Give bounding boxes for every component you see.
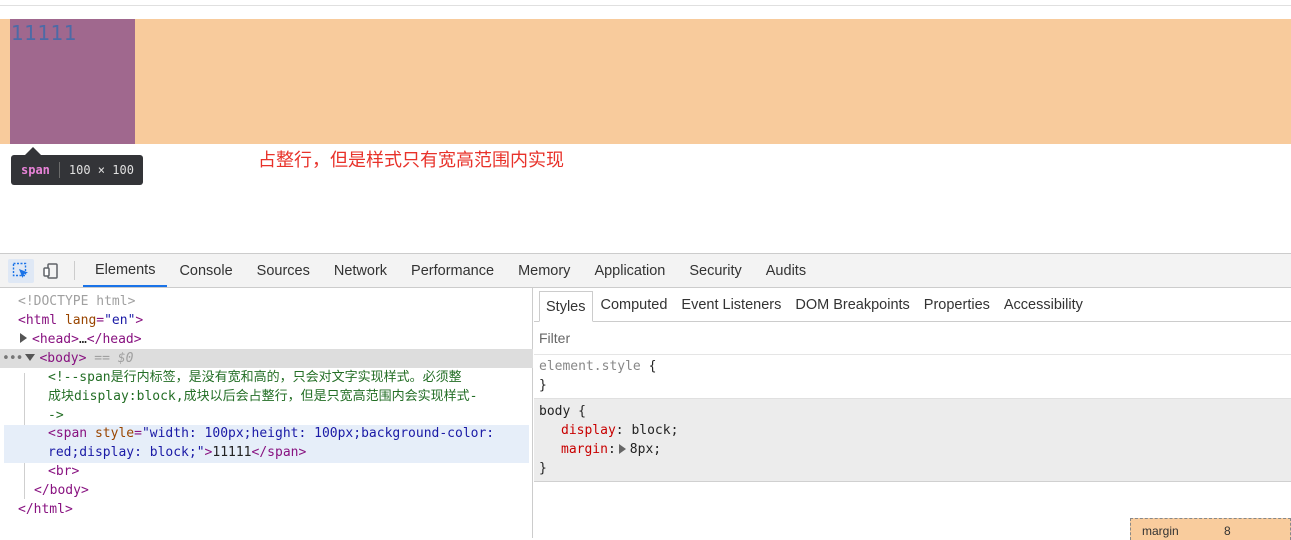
tab-console[interactable]: Console (167, 254, 244, 287)
dom-body-selected[interactable]: ••• <body> == $0 (0, 349, 533, 368)
collapse-triangle-icon[interactable] (25, 354, 36, 361)
dom-doctype[interactable]: <!DOCTYPE html> (0, 292, 533, 311)
tooltip-tag: span (21, 163, 50, 177)
tab-performance[interactable]: Performance (399, 254, 506, 287)
tooltip-separator (58, 162, 60, 178)
expand-shorthand-icon[interactable] (618, 444, 626, 454)
tab-security[interactable]: Security (677, 254, 753, 287)
styles-subtabs: Styles Computed Event Listeners DOM Brea… (534, 288, 1291, 322)
tab-network[interactable]: Network (322, 254, 399, 287)
dom-br[interactable]: <br> (0, 462, 533, 481)
body-selector: body (539, 404, 571, 419)
subtab-dom-breakpoints[interactable]: DOM Breakpoints (789, 288, 915, 321)
subtab-computed[interactable]: Computed (595, 288, 674, 321)
dom-comment-line-2[interactable]: 成块display:block,成块以后会占整行，但是只宽高范围内会实现样式- (0, 387, 533, 406)
devtools-tabbar: Elements Console Sources Network Perform… (0, 254, 1291, 288)
device-toggle-icon (43, 262, 58, 279)
styles-sidebar: Styles Computed Event Listeners DOM Brea… (534, 288, 1291, 540)
tab-elements[interactable]: Elements (83, 254, 168, 287)
tab-audits[interactable]: Audits (754, 254, 818, 287)
dom-head[interactable]: <head>…</head> (0, 330, 533, 349)
dom-html-close[interactable]: </html> (0, 500, 533, 519)
elements-tree: <!DOCTYPE html> <html lang="en"> <head>…… (0, 288, 533, 538)
expand-triangle-icon[interactable] (20, 333, 27, 343)
css-prop-display[interactable]: display: block; (539, 421, 1291, 440)
dom-body-close[interactable]: </body> (0, 481, 533, 500)
span-text: 11111 (11, 21, 78, 45)
subtab-accessibility[interactable]: Accessibility (998, 288, 1089, 321)
span-margin-highlight (0, 19, 1291, 144)
box-model-label: margin (1142, 524, 1179, 538)
inspect-element-button[interactable] (6, 254, 36, 287)
dom-html-open[interactable]: <html lang="en"> (0, 311, 533, 330)
toolbar-divider (74, 261, 75, 280)
dom-span-line-1[interactable]: <span style="width: 100px;height: 100px;… (0, 424, 533, 443)
inspect-tooltip: span 100 × 100 (11, 147, 143, 185)
tab-application[interactable]: Application (582, 254, 677, 287)
page-viewport: 11111 span 100 × 100 占整行，但是样式只有宽高范围内实现 (0, 0, 1291, 253)
subtab-event-listeners[interactable]: Event Listeners (675, 288, 787, 321)
styles-filter-input[interactable]: Filter (534, 322, 1291, 355)
devtools-panel: Elements Console Sources Network Perform… (0, 253, 1291, 540)
dom-comment-line-3[interactable]: -> (0, 406, 533, 425)
tooltip-dims: 100 × 100 (68, 163, 134, 177)
box-model-margin-value[interactable]: 8 (1224, 524, 1231, 538)
subtab-properties[interactable]: Properties (918, 288, 996, 321)
element-style-rule[interactable]: element.style { } (534, 355, 1291, 398)
subtab-styles[interactable]: Styles (539, 291, 593, 322)
tab-memory[interactable]: Memory (506, 254, 582, 287)
browser-edge (0, 0, 1291, 6)
cursor-arrow-icon (8, 258, 34, 283)
tab-sources[interactable]: Sources (245, 254, 322, 287)
css-prop-margin[interactable]: margin: 8px; (539, 440, 1291, 459)
dom-comment-line-1[interactable]: <!--span是行内标签，是没有宽和高的，只会对文字实现样式。必须整 (0, 368, 533, 387)
more-actions-icon[interactable]: ••• (2, 351, 24, 366)
device-toolbar-button[interactable] (36, 254, 66, 287)
body-style-rule[interactable]: body { display: block; margin: 8px; } (534, 398, 1291, 482)
dom-span-line-2[interactable]: red;display: block;">11111</span> (0, 443, 533, 462)
red-note-text: 占整行，但是样式只有宽高范围内实现 (258, 150, 564, 171)
